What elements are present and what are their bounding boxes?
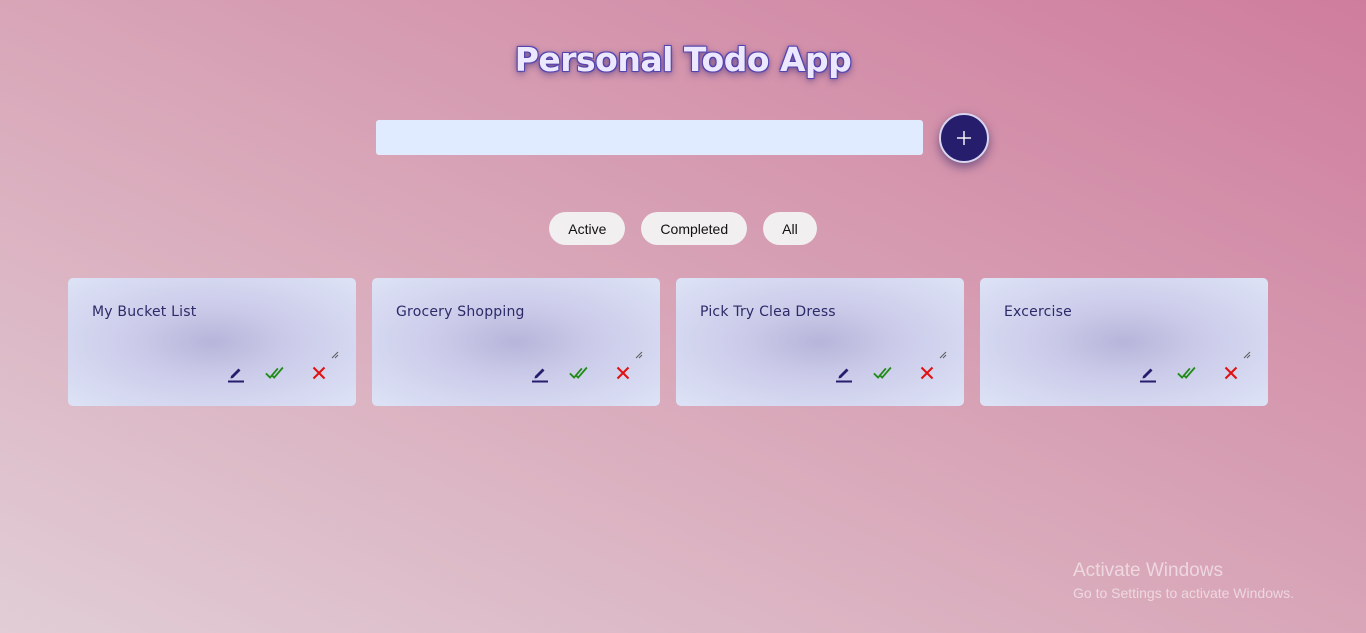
delete-button[interactable] <box>308 362 330 384</box>
plus-icon <box>957 131 971 145</box>
resize-grip-icon[interactable] <box>1243 351 1251 359</box>
double-check-icon <box>265 366 284 379</box>
add-todo-button[interactable] <box>939 113 989 163</box>
todo-title[interactable]: Pick Try Clea Dress <box>700 304 836 320</box>
edit-button[interactable] <box>225 362 247 384</box>
filter-active-button[interactable]: Active <box>549 212 626 245</box>
todo-actions <box>826 362 946 384</box>
edit-button[interactable] <box>833 362 855 384</box>
double-check-icon <box>1177 366 1196 379</box>
edit-button[interactable] <box>1137 362 1159 384</box>
pencil-icon <box>1140 368 1156 383</box>
pencil-icon <box>532 368 548 383</box>
complete-button[interactable] <box>1177 362 1199 384</box>
pencil-icon <box>228 368 244 383</box>
delete-button[interactable] <box>916 362 938 384</box>
filter-all-button[interactable]: All <box>763 212 817 245</box>
complete-button[interactable] <box>873 362 895 384</box>
edit-button[interactable] <box>529 362 551 384</box>
filter-bar: Active Completed All <box>0 212 1366 245</box>
todo-title[interactable]: Grocery Shopping <box>396 304 525 320</box>
page-title: Personal Todo App <box>514 40 852 79</box>
pencil-icon <box>836 368 852 383</box>
resize-grip-icon[interactable] <box>635 351 643 359</box>
todo-actions <box>522 362 642 384</box>
double-check-icon <box>569 366 588 379</box>
complete-button[interactable] <box>265 362 287 384</box>
close-icon <box>920 366 934 380</box>
todo-actions <box>218 362 338 384</box>
double-check-icon <box>873 366 892 379</box>
resize-grip-icon[interactable] <box>331 351 339 359</box>
todo-card: Grocery Shopping <box>372 278 660 406</box>
todo-card: Excercise <box>980 278 1268 406</box>
watermark-title: Activate Windows <box>1073 560 1223 581</box>
close-icon <box>616 366 630 380</box>
filter-completed-button[interactable]: Completed <box>641 212 748 245</box>
watermark-subtitle: Go to Settings to activate Windows. <box>1073 585 1294 601</box>
todo-title[interactable]: My Bucket List <box>92 304 196 320</box>
todo-list: My Bucket List Grocery Shopping Pick Try… <box>68 278 1268 406</box>
close-icon <box>312 366 326 380</box>
todo-input[interactable] <box>376 120 923 155</box>
todo-card: Pick Try Clea Dress <box>676 278 964 406</box>
close-icon <box>1224 366 1238 380</box>
delete-button[interactable] <box>1220 362 1242 384</box>
todo-card: My Bucket List <box>68 278 356 406</box>
resize-grip-icon[interactable] <box>939 351 947 359</box>
todo-actions <box>1130 362 1250 384</box>
todo-title[interactable]: Excercise <box>1004 304 1072 320</box>
activate-windows-watermark: Activate Windows Go to Settings to activ… <box>1073 560 1294 601</box>
delete-button[interactable] <box>612 362 634 384</box>
complete-button[interactable] <box>569 362 591 384</box>
